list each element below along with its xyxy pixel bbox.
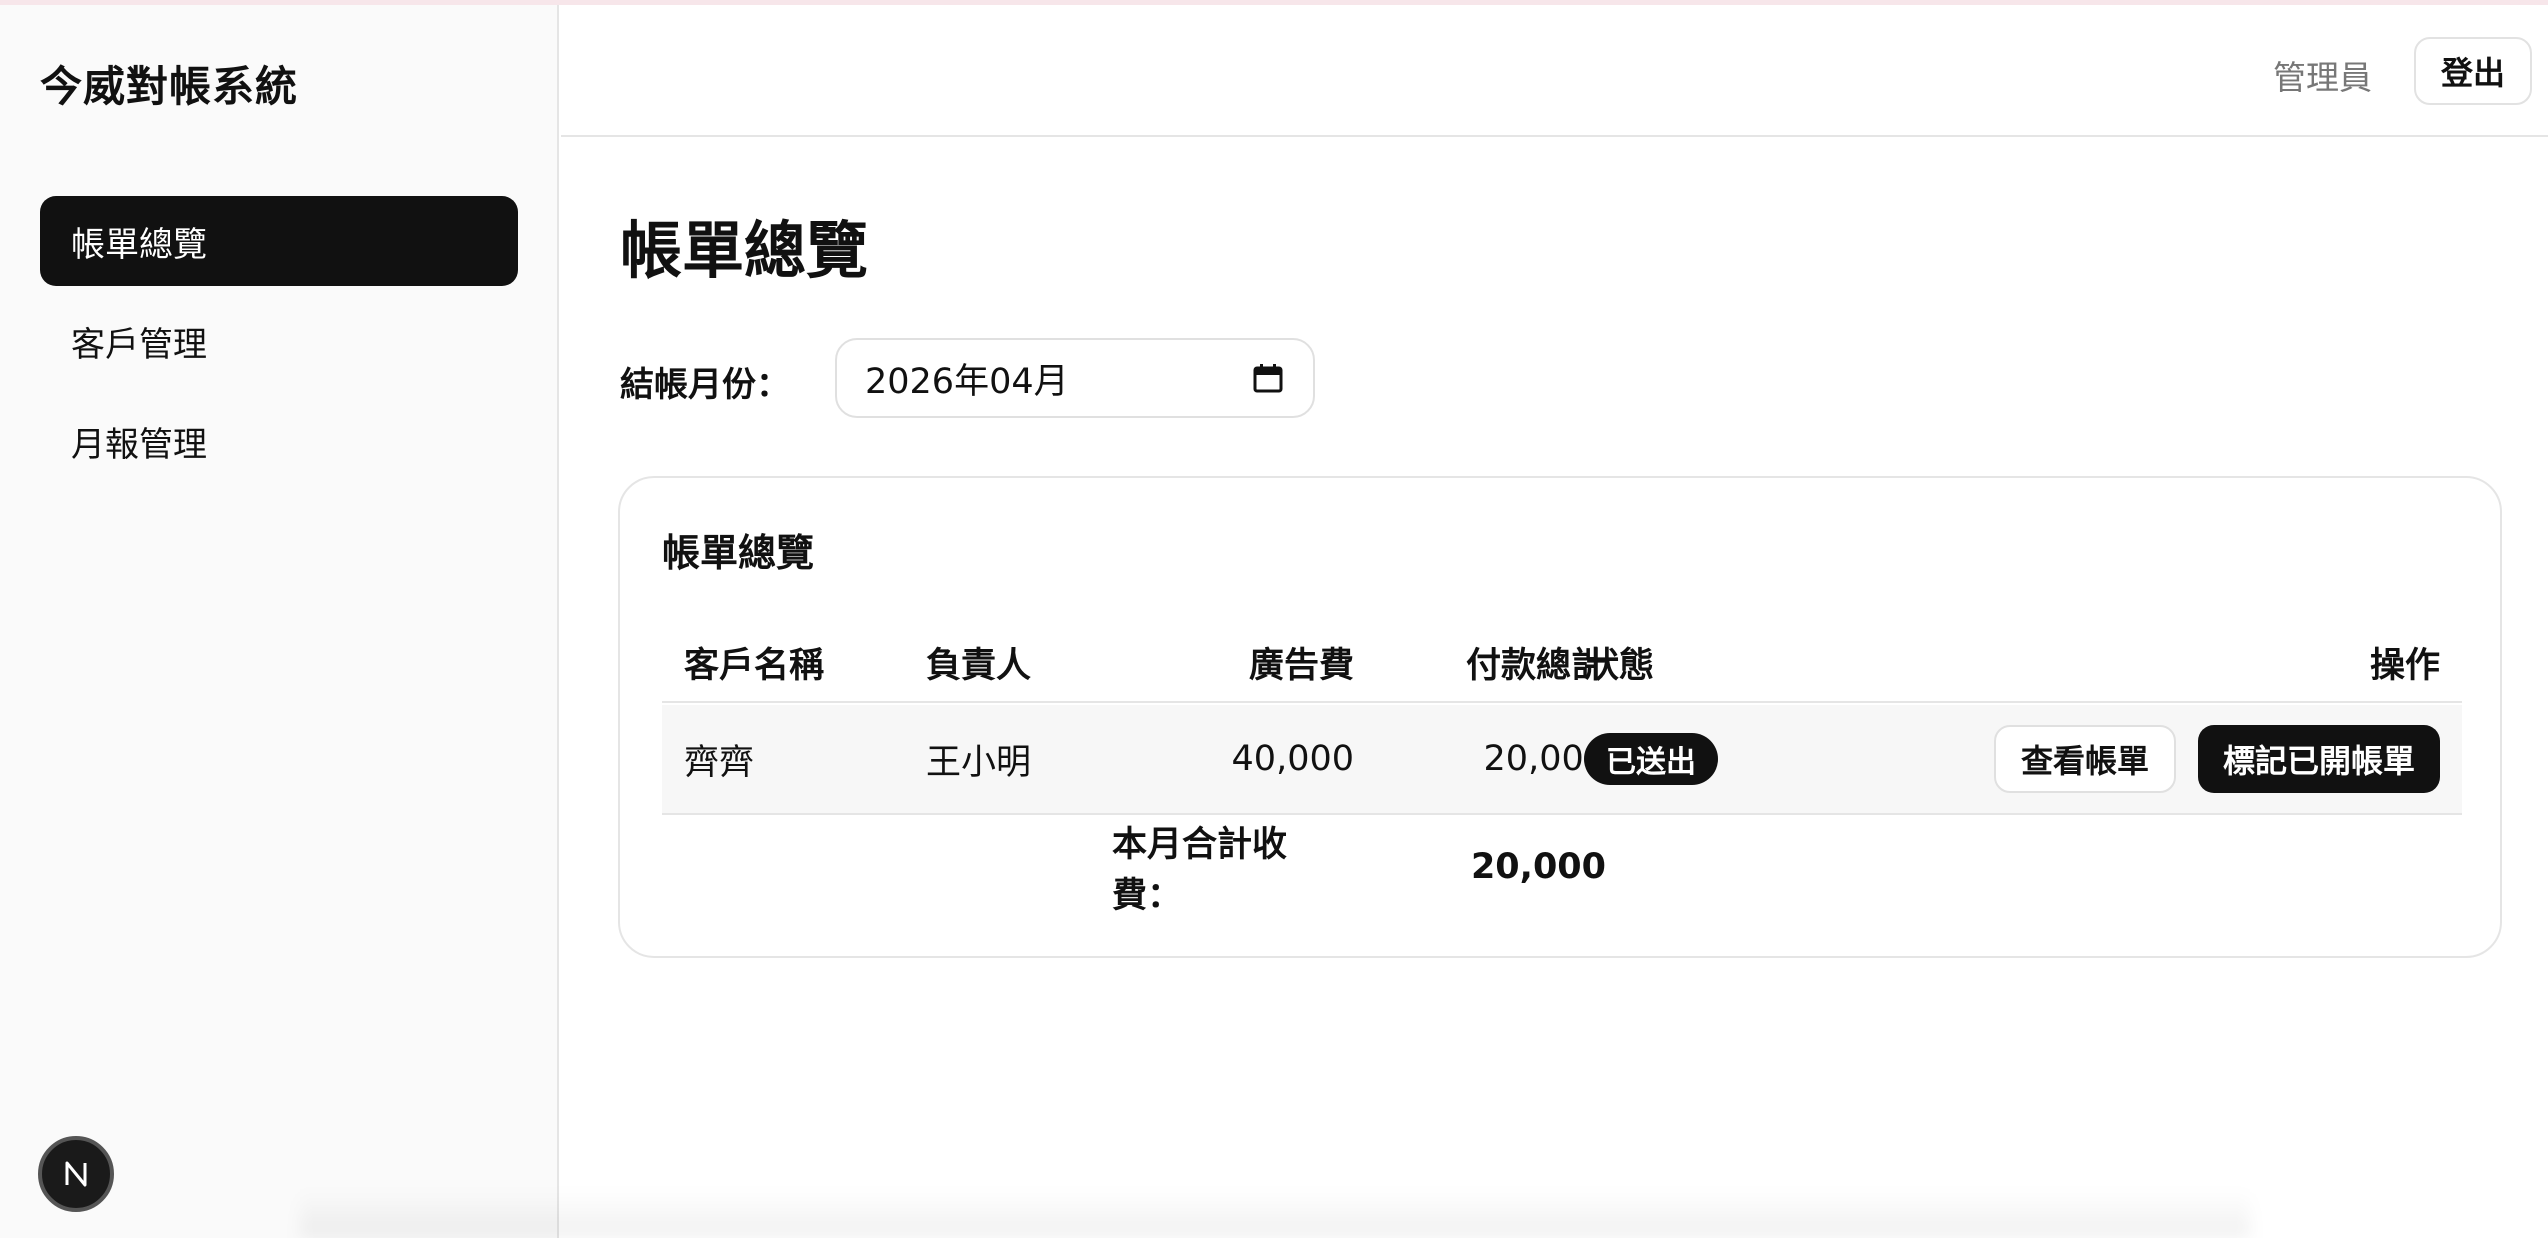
cell-client-name: 齊齊 bbox=[684, 742, 755, 783]
column-header-actions: 操作 bbox=[2369, 645, 2440, 686]
column-header-ad-fee: 廣告費 bbox=[1248, 645, 1354, 686]
n-logo-icon bbox=[65, 1161, 87, 1187]
top-header: 管理員 登出 bbox=[561, 5, 2548, 137]
month-filter-label: 結帳月份： bbox=[620, 365, 790, 405]
calendar-icon[interactable] bbox=[1251, 361, 1285, 395]
table-row: 齊齊 王小明 40,000 20,000 已送出 查看帳單 標記已開帳單 bbox=[662, 705, 2462, 815]
column-header-client: 客戶名稱 bbox=[684, 645, 825, 686]
mark-billed-button[interactable]: 標記已開帳單 bbox=[2198, 725, 2440, 793]
card-title: 帳單總覽 bbox=[662, 531, 815, 575]
sidebar-nav: 帳單總覽 客戶管理 月報管理 bbox=[40, 196, 518, 496]
column-header-owner: 負責人 bbox=[926, 645, 1032, 686]
cell-owner: 王小明 bbox=[926, 742, 1032, 783]
month-picker-value: 2026年04月 bbox=[865, 361, 1069, 402]
sidebar: 今威對帳系統 帳單總覽 客戶管理 月報管理 bbox=[0, 5, 559, 1238]
cell-ad-fee: 40,000 bbox=[1231, 739, 1354, 779]
logout-button[interactable]: 登出 bbox=[2414, 37, 2532, 105]
sidebar-item-billing-overview[interactable]: 帳單總覽 bbox=[40, 196, 518, 286]
bottom-shadow bbox=[300, 1190, 2250, 1238]
cell-status: 已送出 bbox=[1584, 705, 1718, 813]
sidebar-item-monthly-report[interactable]: 月報管理 bbox=[40, 396, 518, 486]
view-bill-button[interactable]: 查看帳單 bbox=[1994, 725, 2176, 793]
page-title: 帳單總覽 bbox=[620, 214, 869, 287]
column-header-status: 狀態 bbox=[1584, 645, 1655, 686]
sidebar-item-client-management[interactable]: 客戶管理 bbox=[40, 296, 518, 386]
column-header-payment-total: 付款總計 bbox=[1465, 645, 1606, 686]
status-badge: 已送出 bbox=[1584, 733, 1718, 785]
app-title: 今威對帳系統 bbox=[40, 62, 299, 111]
monthly-total-value: 20,000 bbox=[1470, 847, 1606, 887]
billing-overview-card: 帳單總覽 客戶名稱 負責人 廣告費 付款總計 狀態 操作 齊齊 王小明 40,0… bbox=[618, 476, 2502, 958]
cell-actions: 查看帳單 標記已開帳單 bbox=[1994, 705, 2440, 813]
table-footer: 本月合計收費： 20,000 bbox=[662, 817, 2462, 917]
cell-payment-total: 20,000 bbox=[1483, 739, 1606, 779]
next-dev-badge[interactable] bbox=[38, 1136, 114, 1212]
user-role-label: 管理員 bbox=[2273, 58, 2372, 97]
table-header: 客戶名稱 負責人 廣告費 付款總計 狀態 操作 bbox=[662, 623, 2462, 703]
monthly-total-label: 本月合計收費： bbox=[1112, 825, 1288, 916]
month-picker-input[interactable]: 2026年04月 bbox=[835, 338, 1315, 418]
